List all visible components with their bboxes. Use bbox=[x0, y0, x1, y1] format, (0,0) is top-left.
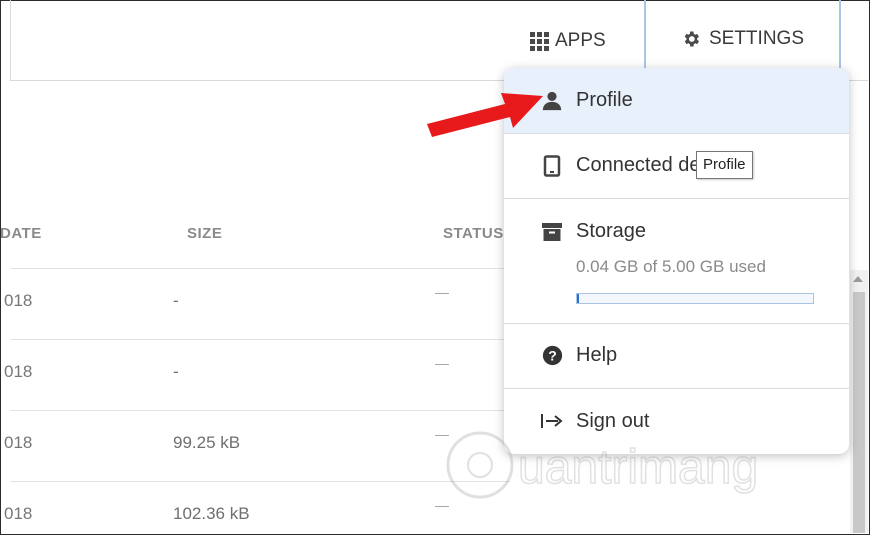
table-row[interactable]: 018 99.25 kB bbox=[4, 410, 510, 482]
column-date[interactable]: DATE bbox=[0, 225, 42, 242]
scrollbar-thumb[interactable] bbox=[853, 292, 865, 533]
archive-icon bbox=[540, 222, 564, 242]
cell-date: 018 bbox=[4, 362, 33, 381]
cell-size: 99.25 kB bbox=[173, 433, 241, 452]
settings-button[interactable]: SETTINGS bbox=[644, 0, 841, 78]
svg-text:?: ? bbox=[548, 347, 557, 363]
cell-size: - bbox=[173, 291, 179, 310]
apps-label: APPS bbox=[555, 30, 606, 51]
cell-status bbox=[435, 293, 449, 294]
divider bbox=[10, 0, 11, 80]
storage-label: Storage bbox=[576, 220, 647, 242]
grid-icon bbox=[530, 31, 549, 51]
storage-progress-bar bbox=[576, 293, 814, 304]
profile-label: Profile bbox=[576, 89, 633, 111]
column-status[interactable]: STATUS bbox=[443, 225, 504, 242]
profile-tooltip: Profile bbox=[696, 151, 753, 179]
cell-size: - bbox=[173, 362, 179, 381]
menu-item-connected-devices[interactable]: Connected devices bbox=[504, 133, 849, 198]
menu-item-profile[interactable]: Profile bbox=[504, 68, 849, 133]
storage-details: Storage 0.04 GB of 5.00 GB used bbox=[576, 220, 814, 304]
tablet-icon bbox=[540, 154, 564, 177]
cell-date: 018 bbox=[4, 291, 33, 310]
apps-button[interactable]: APPS bbox=[530, 24, 606, 58]
storage-usage-text: 0.04 GB of 5.00 GB used bbox=[576, 257, 766, 276]
help-label: Help bbox=[576, 344, 618, 366]
cell-date: 018 bbox=[4, 433, 33, 452]
settings-dropdown: Profile Connected devices Storage 0.04 G… bbox=[504, 68, 849, 454]
scroll-up-icon[interactable] bbox=[853, 276, 863, 282]
cell-size: 102.36 kB bbox=[173, 504, 250, 523]
watermark-logo: uantrimang bbox=[440, 425, 780, 510]
watermark-text: uantrimang bbox=[518, 441, 758, 494]
gear-icon bbox=[684, 31, 699, 47]
table-row[interactable]: 018 - bbox=[4, 339, 510, 411]
menu-item-help[interactable]: ? Help bbox=[504, 323, 849, 388]
table-row[interactable]: 018 - bbox=[4, 268, 510, 340]
table-row[interactable]: 018 102.36 kB bbox=[4, 481, 510, 553]
menu-item-storage[interactable]: Storage 0.04 GB of 5.00 GB used bbox=[504, 198, 849, 323]
cell-date: 018 bbox=[4, 504, 33, 523]
settings-label: SETTINGS bbox=[708, 28, 804, 49]
cell-status bbox=[435, 364, 449, 365]
help-icon: ? bbox=[540, 345, 564, 366]
red-arrow-icon bbox=[427, 93, 543, 137]
storage-progress-fill bbox=[577, 294, 579, 303]
column-size[interactable]: SIZE bbox=[187, 225, 222, 242]
